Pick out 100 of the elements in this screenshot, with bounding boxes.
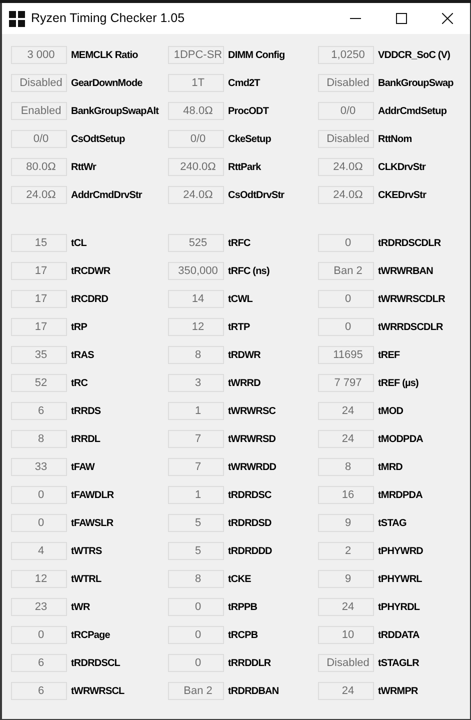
value-field[interactable]: 0 bbox=[318, 318, 374, 336]
field-label: tRCPB bbox=[228, 628, 258, 642]
value-field[interactable]: 6 bbox=[11, 654, 67, 672]
value-field[interactable]: 16 bbox=[318, 486, 374, 504]
value-field[interactable]: Ban 2 bbox=[168, 682, 224, 700]
app-icon bbox=[9, 10, 25, 26]
value-field[interactable]: 10 bbox=[318, 626, 374, 644]
value-field[interactable]: 3 bbox=[168, 374, 224, 392]
value-field[interactable]: 0 bbox=[168, 654, 224, 672]
value-field[interactable]: 0 bbox=[168, 598, 224, 616]
field-label: tPHYWRD bbox=[378, 544, 423, 558]
field-label: tRCDRD bbox=[71, 292, 108, 306]
field-label: CLKDrvStr bbox=[378, 160, 426, 174]
field-label: tCL bbox=[71, 236, 86, 250]
value-field[interactable]: 52 bbox=[11, 374, 67, 392]
value-field[interactable]: Ban 2 bbox=[318, 262, 374, 280]
value-field[interactable]: 24 bbox=[318, 598, 374, 616]
value-field[interactable]: 8 bbox=[168, 346, 224, 364]
value-field[interactable]: Disabled bbox=[318, 130, 374, 148]
value-field[interactable]: 12 bbox=[168, 318, 224, 336]
value-field[interactable]: 35 bbox=[11, 346, 67, 364]
field-label: tRP bbox=[71, 320, 88, 334]
field-label: tRFC bbox=[228, 236, 250, 250]
value-field[interactable]: 1T bbox=[168, 74, 224, 92]
field-label: tRRDDLR bbox=[228, 656, 271, 670]
field-label: VDDCR_SoC (V) bbox=[378, 48, 450, 62]
value-field[interactable]: 12 bbox=[11, 570, 67, 588]
value-field[interactable]: 2 bbox=[318, 542, 374, 560]
field-label: tRDRDSD bbox=[228, 516, 272, 530]
value-field[interactable]: 0/0 bbox=[318, 102, 374, 120]
field-label: RttWr bbox=[71, 160, 96, 174]
value-field[interactable]: 8 bbox=[168, 570, 224, 588]
value-field[interactable]: 0 bbox=[168, 626, 224, 644]
value-field[interactable]: 525 bbox=[168, 234, 224, 252]
value-field[interactable]: 15 bbox=[11, 234, 67, 252]
value-field[interactable]: 240.0Ω bbox=[168, 158, 224, 176]
value-field[interactable]: 24.0Ω bbox=[11, 186, 67, 204]
value-field[interactable]: Disabled bbox=[318, 74, 374, 92]
value-field[interactable]: 24 bbox=[318, 430, 374, 448]
value-field[interactable]: 0 bbox=[11, 626, 67, 644]
value-field[interactable]: 24.0Ω bbox=[318, 158, 374, 176]
value-field[interactable]: 9 bbox=[318, 514, 374, 532]
value-field[interactable]: 1,0250 bbox=[318, 46, 374, 64]
value-field[interactable]: 24 bbox=[318, 402, 374, 420]
field-label: tRPPB bbox=[228, 600, 258, 614]
field-label: tFAWDLR bbox=[71, 488, 114, 502]
field-label: RttNom bbox=[378, 132, 412, 146]
value-field[interactable]: 1 bbox=[168, 402, 224, 420]
value-field[interactable]: 6 bbox=[11, 402, 67, 420]
value-field[interactable]: Disabled bbox=[11, 74, 67, 92]
value-field[interactable]: 1 bbox=[168, 486, 224, 504]
value-field[interactable]: 8 bbox=[11, 430, 67, 448]
field-label: Cmd2T bbox=[228, 76, 260, 90]
field-label: tWRWRBAN bbox=[378, 264, 433, 278]
field-label: CsOdtDrvStr bbox=[228, 188, 284, 202]
field-label: tRCPage bbox=[71, 628, 110, 642]
value-field[interactable]: 5 bbox=[168, 542, 224, 560]
value-field[interactable]: 1DPC-SR bbox=[168, 46, 224, 64]
value-field[interactable]: 4 bbox=[11, 542, 67, 560]
value-field[interactable]: 24.0Ω bbox=[318, 186, 374, 204]
field-label: AddrCmdSetup bbox=[378, 104, 447, 118]
value-field[interactable]: 8 bbox=[318, 458, 374, 476]
value-field[interactable]: 7 797 bbox=[318, 374, 374, 392]
value-field[interactable]: Disabled bbox=[318, 654, 374, 672]
field-label: tWRWRSCDLR bbox=[378, 292, 445, 306]
field-label: RttPark bbox=[228, 160, 261, 174]
maximize-icon bbox=[396, 13, 406, 24]
value-field[interactable]: 80.0Ω bbox=[11, 158, 67, 176]
value-field[interactable]: 17 bbox=[11, 262, 67, 280]
value-field[interactable]: 11695 bbox=[318, 346, 374, 364]
field-label: tRCDWR bbox=[71, 264, 110, 278]
value-field[interactable]: 0 bbox=[318, 290, 374, 308]
value-field[interactable]: 24.0Ω bbox=[168, 186, 224, 204]
value-field[interactable]: 48.0Ω bbox=[168, 102, 224, 120]
value-field[interactable]: 17 bbox=[11, 318, 67, 336]
value-field[interactable]: 33 bbox=[11, 458, 67, 476]
value-field[interactable]: 17 bbox=[11, 290, 67, 308]
field-label: tMOD bbox=[378, 404, 404, 418]
value-field[interactable]: 0 bbox=[11, 486, 67, 504]
value-field[interactable]: Enabled bbox=[11, 102, 67, 120]
field-label: BankGroupSwapAlt bbox=[71, 104, 158, 118]
value-field[interactable]: 24 bbox=[318, 682, 374, 700]
value-field[interactable]: 0 bbox=[11, 514, 67, 532]
value-field[interactable]: 23 bbox=[11, 598, 67, 616]
value-field[interactable]: 0 bbox=[318, 234, 374, 252]
value-field[interactable]: 0/0 bbox=[11, 130, 67, 148]
value-field[interactable]: 14 bbox=[168, 290, 224, 308]
value-field[interactable]: 7 bbox=[168, 458, 224, 476]
field-label: tRDRDBAN bbox=[228, 684, 279, 698]
field-label: tRAS bbox=[71, 348, 94, 362]
value-field[interactable]: 3 000 bbox=[11, 46, 67, 64]
value-field[interactable]: 7 bbox=[168, 430, 224, 448]
value-field[interactable]: 350,000 bbox=[168, 262, 224, 280]
value-field[interactable]: 5 bbox=[168, 514, 224, 532]
field-label: tWR bbox=[71, 600, 90, 614]
field-label: tSTAGLR bbox=[378, 656, 419, 670]
value-field[interactable]: 9 bbox=[318, 570, 374, 588]
field-label: tREF bbox=[378, 348, 400, 362]
value-field[interactable]: 0/0 bbox=[168, 130, 224, 148]
value-field[interactable]: 6 bbox=[11, 682, 67, 700]
